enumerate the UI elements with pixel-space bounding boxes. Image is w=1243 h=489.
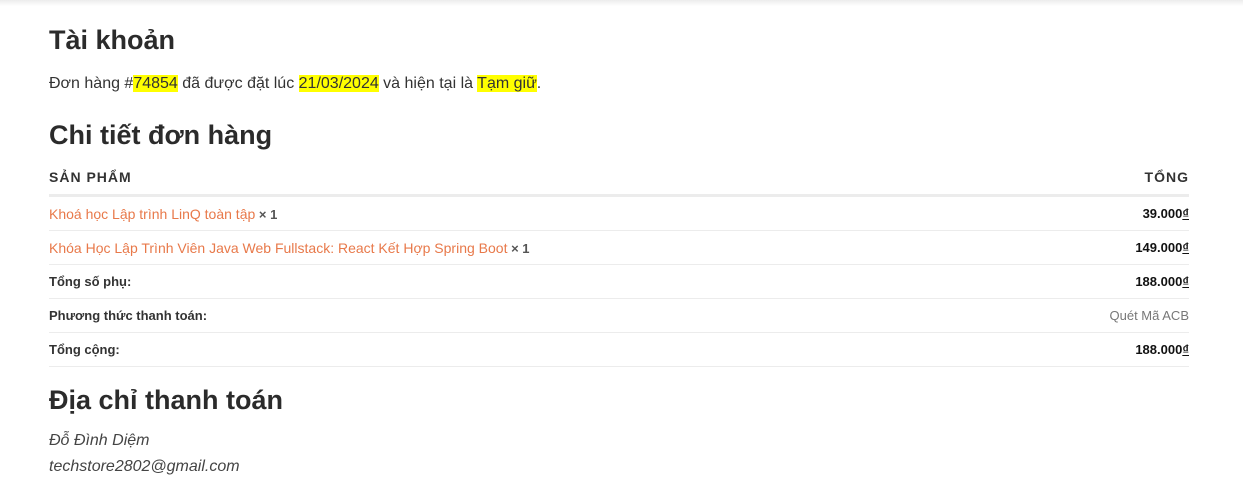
order-details-table: SẢN PHẨM TỔNG Khoá học Lập trình LinQ to… (49, 160, 1189, 367)
order-status: Tạm giữ (477, 75, 537, 92)
product-link[interactable]: Khóa Học Lập Trình Viên Java Web Fullsta… (49, 240, 507, 256)
currency-symbol: ₫ (1182, 342, 1189, 357)
customer-email: techstore2802@gmail.com (49, 458, 240, 475)
order-details-title: Chi tiết đơn hàng (49, 120, 273, 150)
billing-address: Đỗ Đình Diệm techstore2802@gmail.com (49, 428, 240, 480)
product-quantity: × 1 (258, 206, 278, 222)
subtotal-label: Tổng số phụ: (49, 264, 1028, 299)
order-number: 74854 (133, 75, 178, 92)
top-shadow (0, 0, 1243, 6)
product-total: 39.000₫ (1027, 195, 1189, 231)
notice-mid2: và hiện tại là (378, 75, 478, 92)
product-link[interactable]: Khoá học Lập trình LinQ toàn tập (49, 206, 255, 222)
product-cell: Khoá học Lập trình LinQ toàn tập × 1 (49, 195, 1028, 231)
notice-mid1: đã được đặt lúc (177, 75, 299, 92)
billing-address-title: Địa chỉ thanh toán (49, 385, 284, 415)
total-row: Tổng cộng: 188.000₫ (49, 332, 1189, 367)
customer-name: Đỗ Đình Diệm (49, 432, 150, 449)
payment-method-value: Quét Mã ACB (1027, 298, 1189, 333)
product-total: 149.000₫ (1027, 230, 1189, 265)
header-total: TỔNG (1027, 160, 1189, 197)
amount: 188.000 (1135, 342, 1183, 357)
total-label: Tổng cộng: (49, 332, 1028, 367)
amount: 39.000 (1142, 206, 1183, 221)
amount: 188.000 (1135, 274, 1183, 289)
subtotal-value: 188.000₫ (1027, 264, 1189, 299)
product-cell: Khóa Học Lập Trình Viên Java Web Fullsta… (49, 230, 1028, 265)
page-title: Tài khoản (49, 25, 176, 55)
order-notice: Đơn hàng #74854 đã được đặt lúc 21/03/20… (49, 73, 541, 95)
table-header-row: SẢN PHẨM TỔNG (49, 160, 1189, 197)
table-row: Khoá học Lập trình LinQ toàn tập × 1 39.… (49, 195, 1189, 231)
currency-symbol: ₫ (1182, 206, 1189, 221)
table-row: Khóa Học Lập Trình Viên Java Web Fullsta… (49, 230, 1189, 265)
product-quantity: × 1 (511, 240, 530, 256)
payment-method-row: Phương thức thanh toán: Quét Mã ACB (49, 298, 1189, 333)
payment-method-label: Phương thức thanh toán: (49, 298, 1028, 333)
notice-prefix: Đơn hàng # (49, 75, 134, 92)
header-product: SẢN PHẨM (49, 160, 1028, 197)
currency-symbol: ₫ (1182, 274, 1189, 289)
subtotal-row: Tổng số phụ: 188.000₫ (49, 264, 1189, 299)
amount: 149.000 (1135, 240, 1183, 255)
order-date: 21/03/2024 (298, 75, 379, 92)
currency-symbol: ₫ (1182, 240, 1189, 255)
notice-suffix: . (536, 75, 542, 92)
total-value: 188.000₫ (1027, 332, 1189, 367)
